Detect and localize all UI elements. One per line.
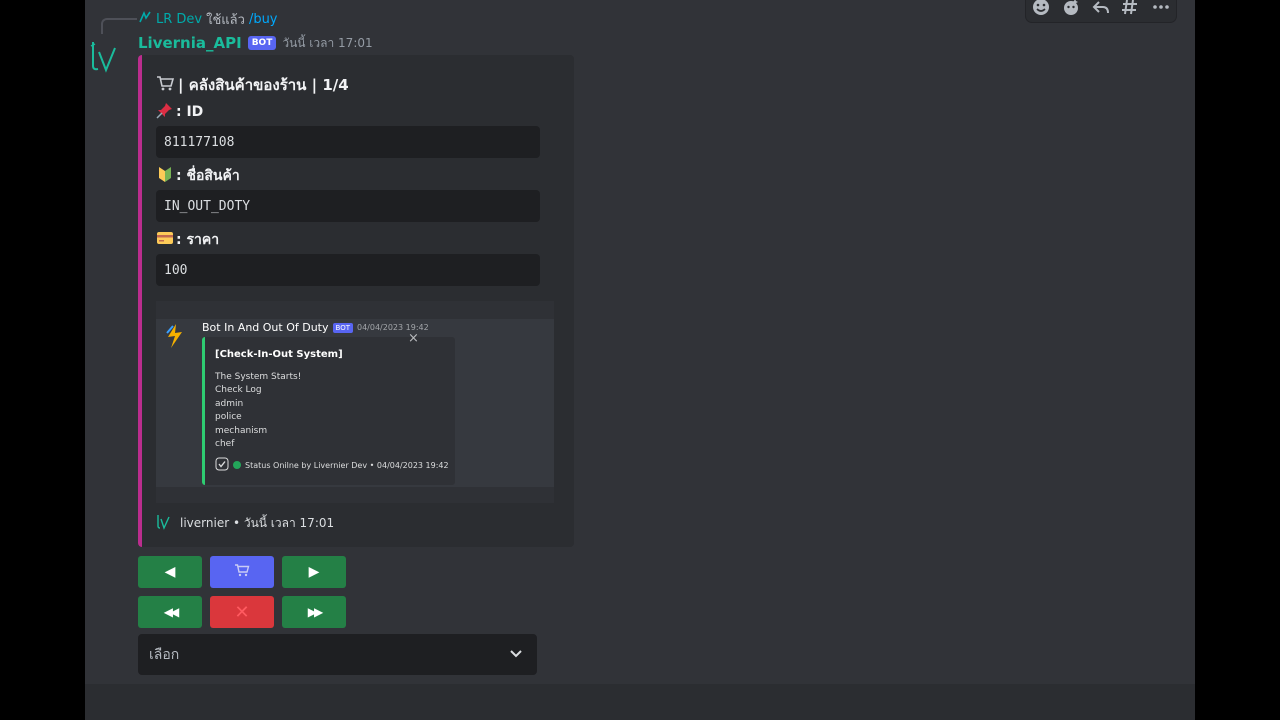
create-thread-icon[interactable] bbox=[1118, 0, 1144, 20]
embed-footer: livernier • วันนี้ เวลา 17:01 bbox=[156, 513, 334, 534]
next-page-button[interactable]: ▶ bbox=[282, 556, 346, 588]
author-name[interactable]: Livernia_API bbox=[138, 34, 242, 52]
field-name-id: : ID bbox=[156, 101, 203, 123]
reply-avatar-icon bbox=[138, 10, 152, 28]
inner-bot-avatar bbox=[164, 323, 186, 349]
message-timestamp: วันนี้ เวลา 17:01 bbox=[282, 35, 373, 50]
embed-title-text: | คลังสินค้าของร้าน | 1/4 bbox=[178, 76, 349, 94]
image-bottom-strip bbox=[156, 487, 554, 503]
reply-reference[interactable]: LR Dev ใช้แล้ว /buy bbox=[138, 10, 278, 28]
bot-tag-badge: BOT bbox=[247, 36, 277, 50]
close-button[interactable]: ✕ bbox=[210, 596, 274, 628]
reply-username[interactable]: LR Dev bbox=[156, 12, 202, 27]
footer-avatar-icon bbox=[156, 513, 172, 534]
shield-check-icon bbox=[215, 457, 229, 473]
embed-card: | คลังสินค้าของร้าน | 1/4 : ID 811177108… bbox=[138, 55, 574, 547]
more-options-icon[interactable] bbox=[1148, 0, 1174, 20]
last-page-button[interactable]: ▶▶ bbox=[282, 596, 346, 628]
message-hover-toolbar bbox=[1026, 0, 1176, 22]
field-name-product: : ชื่อสินค้า bbox=[156, 165, 240, 187]
inner-bot-name: Bot In And Out Of Duty bbox=[202, 321, 329, 334]
pushpin-icon bbox=[156, 101, 174, 123]
embed-title: | คลังสินค้าของร้าน | 1/4 bbox=[156, 73, 349, 97]
field-value-price: 100 bbox=[156, 254, 540, 286]
arrow-right-icon: ▶ bbox=[308, 564, 320, 580]
select-placeholder: เลือก bbox=[149, 646, 180, 663]
arrow-left-icon: ◀ bbox=[164, 564, 176, 580]
inner-message-header: Bot In And Out Of Duty BOT 04/04/2023 19… bbox=[202, 321, 429, 334]
credit-card-icon bbox=[156, 230, 174, 250]
shopping-cart-icon bbox=[156, 75, 175, 95]
first-page-button[interactable]: ◀◀ bbox=[138, 596, 202, 628]
embed-footer-text: livernier • วันนี้ เวลา 17:01 bbox=[180, 516, 335, 530]
avatar[interactable] bbox=[89, 36, 121, 76]
reply-connector-line bbox=[101, 18, 137, 34]
inner-embed-card: [Check-In-Out System] The System Starts!… bbox=[202, 337, 455, 485]
inner-embed-footer: Status Onilne by Livernier Dev • 04/04/2… bbox=[215, 457, 449, 473]
field-name-price: : ราคา bbox=[156, 229, 219, 251]
inner-embed-description: The System Starts! Check Log admin polic… bbox=[215, 372, 302, 450]
reply-command[interactable]: /buy bbox=[249, 12, 278, 27]
fast-rewind-icon: ◀◀ bbox=[163, 605, 180, 619]
chevron-down-icon bbox=[508, 645, 524, 665]
super-reaction-icon[interactable] bbox=[1058, 0, 1084, 20]
beginner-symbol-icon bbox=[156, 165, 174, 187]
inner-bot-tag: BOT bbox=[332, 322, 353, 333]
message-input-area bbox=[85, 684, 1195, 720]
previous-page-button[interactable]: ◀ bbox=[138, 556, 202, 588]
fast-forward-icon: ▶▶ bbox=[307, 605, 324, 619]
select-dropdown[interactable]: เลือก bbox=[138, 634, 537, 675]
shopping-cart-icon bbox=[234, 563, 250, 581]
embed-image[interactable]: Bot In And Out Of Duty BOT 04/04/2023 19… bbox=[156, 301, 554, 503]
status-online-icon bbox=[233, 461, 241, 469]
close-icon: ✕ bbox=[234, 601, 250, 623]
cart-button[interactable] bbox=[210, 556, 274, 588]
reply-icon[interactable] bbox=[1088, 0, 1114, 20]
inner-close-icon: × bbox=[408, 331, 419, 346]
add-reaction-icon[interactable] bbox=[1028, 0, 1054, 20]
inner-embed-title: [Check-In-Out System] bbox=[215, 349, 343, 360]
field-value-id: 811177108 bbox=[156, 126, 540, 158]
discord-chat-view: LR Dev ใช้แล้ว /buy Livernia_API BOT วัน… bbox=[85, 0, 1195, 720]
message-header: Livernia_API BOT วันนี้ เวลา 17:01 bbox=[138, 33, 373, 53]
image-top-strip bbox=[156, 301, 554, 319]
field-value-product: IN_OUT_DOTY bbox=[156, 190, 540, 222]
reply-action-text: ใช้แล้ว bbox=[206, 12, 245, 28]
